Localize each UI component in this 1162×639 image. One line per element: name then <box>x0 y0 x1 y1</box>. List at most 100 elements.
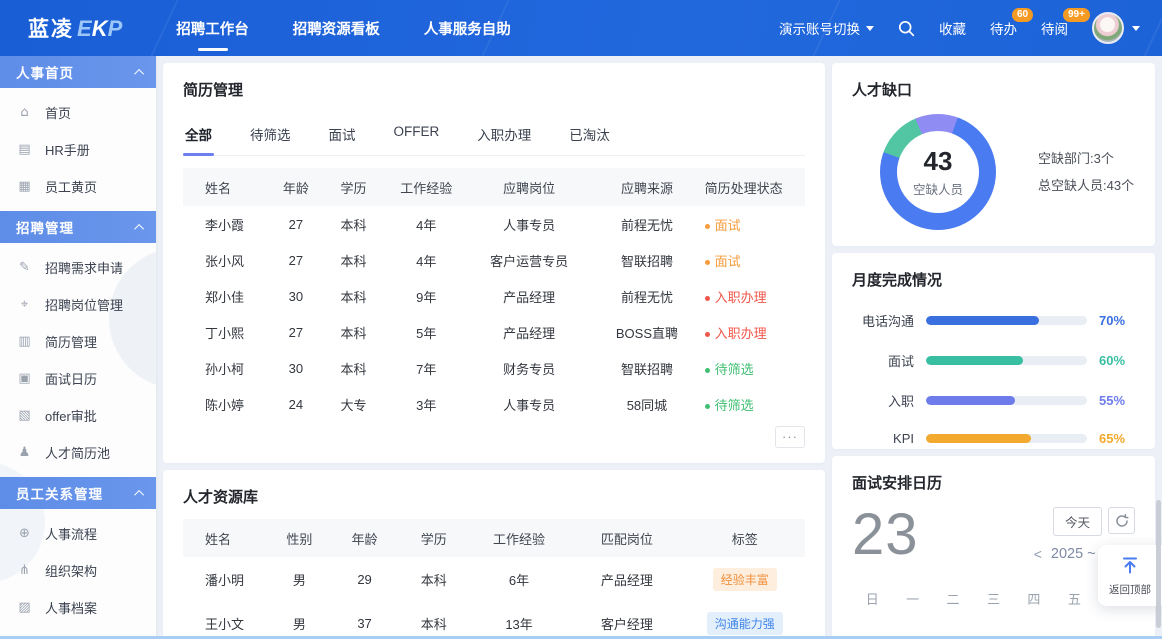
table-row[interactable]: 李小霞27本科4年人事专员前程无忧 面试 <box>183 206 805 242</box>
top-navbar: 蓝凌 EKP 招聘工作台 招聘资源看板 人事服务自助 演示账号切换 收藏 待办 … <box>0 0 1162 56</box>
book-icon: ▤ <box>17 142 32 157</box>
sidebar-group-recruiting[interactable]: 招聘管理 <box>0 211 156 243</box>
tab-rejected[interactable]: 已淘汰 <box>567 116 612 155</box>
progress-percent: 60% <box>1099 353 1135 368</box>
table-row[interactable]: 王小文男37本科13年客户经理 沟通能力强 <box>183 601 805 639</box>
progress-percent: 70% <box>1099 313 1135 328</box>
status-badge: 面试 <box>705 242 805 278</box>
back-to-top-button[interactable]: 返回顶部 <box>1098 545 1162 606</box>
sidebar-item-hr-process[interactable]: ⊕人事流程 <box>0 515 156 552</box>
gap-card-title: 人才缺口 <box>852 79 1135 100</box>
status-badge: 待筛选 <box>705 350 805 386</box>
status-dot <box>705 224 710 229</box>
resume-card-title: 简历管理 <box>183 79 805 100</box>
sidebar-item-interview-calendar[interactable]: ▣面试日历 <box>0 360 156 397</box>
progress-track <box>926 316 1087 325</box>
nav-tab-recruit-workbench[interactable]: 招聘工作台 <box>174 0 251 58</box>
calendar-icon: ▣ <box>17 371 32 386</box>
org-tree-icon: ⋔ <box>17 563 32 578</box>
talent-tag: 经验丰富 <box>713 568 777 591</box>
idcard-icon: ▦ <box>17 179 32 194</box>
gap-count: 43 <box>924 146 953 177</box>
status-dot <box>705 296 710 301</box>
resume-management-card: 简历管理 全部 待筛选 面试 OFFER 入职办理 已淘汰 姓名 年龄 学历 工… <box>163 63 825 463</box>
todo-count-badge: 60 <box>1012 8 1033 22</box>
today-button[interactable]: 今天 <box>1053 507 1102 536</box>
progress-track <box>926 356 1087 365</box>
search-icon <box>898 20 915 37</box>
table-row[interactable]: 潘小明男29本科6年产品经理 经验丰富 <box>183 557 805 601</box>
table-row[interactable]: 丁小熙27本科5年产品经理BOSS直聘 入职办理 <box>183 314 805 350</box>
navbar-right: 演示账号切换 收藏 待办 60 待阅 99+ <box>779 12 1162 44</box>
status-badge: 入职办理 <box>705 278 805 314</box>
sidebar-item-employee-directory[interactable]: ▦员工黄页 <box>0 168 156 205</box>
calendar-week-header: 日 一 二 三 四 五 六 <box>852 583 1135 614</box>
tab-interview[interactable]: 面试 <box>327 116 358 155</box>
progress-fill <box>926 434 1031 443</box>
sidebar-item-home[interactable]: ⌂首页 <box>0 94 156 131</box>
collapse-icon <box>134 489 144 499</box>
tab-onboarding[interactable]: 入职办理 <box>475 116 533 155</box>
table-row[interactable]: 孙小柯30本科7年财务专员智联招聘 待筛选 <box>183 350 805 386</box>
refresh-icon <box>1115 514 1129 528</box>
progress-track <box>926 396 1087 405</box>
table-row[interactable]: 郑小佳30本科9年产品经理前程无忧 入职办理 <box>183 278 805 314</box>
sidebar-item-resume-management[interactable]: ▥简历管理 <box>0 323 156 360</box>
sidebar-item-recruit-request[interactable]: ✎招聘需求申请 <box>0 249 156 286</box>
talent-table-header: 姓名 性别 年龄 学历 工作经验 匹配岗位 标签 <box>183 519 805 557</box>
sidebar-item-talent-pool[interactable]: ♟人才简历池 <box>0 434 156 471</box>
caret-down-icon <box>866 26 874 31</box>
tab-to-screen[interactable]: 待筛选 <box>248 116 293 155</box>
progress-row-phone: 电话沟通 70% <box>852 311 1135 330</box>
table-row[interactable]: 陈小婷24大专3年人事专员58同城 待筛选 <box>183 386 805 422</box>
refresh-button[interactable] <box>1108 507 1135 534</box>
primary-nav: 招聘工作台 招聘资源看板 人事服务自助 <box>174 0 513 58</box>
progress-row-interview: 面试 60% <box>852 351 1135 370</box>
status-badge: 入职办理 <box>705 314 805 350</box>
user-menu[interactable] <box>1092 12 1140 44</box>
status-dot <box>705 260 710 265</box>
nav-tab-hr-selfservice[interactable]: 人事服务自助 <box>422 0 513 58</box>
status-dot <box>705 332 710 337</box>
status-badge: 待筛选 <box>705 386 805 422</box>
user-avatar <box>1092 12 1124 44</box>
progress-fill <box>926 316 1039 325</box>
prev-month-button[interactable]: < <box>1034 546 1042 562</box>
unread-link[interactable]: 待阅 99+ <box>1041 18 1068 38</box>
sidebar: 人事首页 ⌂首页 ▤HR手册 ▦员工黄页 招聘管理 ✎招聘需求申请 ⌖招聘岗位管… <box>0 56 156 639</box>
progress-percent: 55% <box>1099 393 1135 408</box>
search-button[interactable] <box>898 20 915 37</box>
progress-fill <box>926 356 1023 365</box>
back-to-top-label: 返回顶部 <box>1104 582 1156 597</box>
nav-tab-recruit-board[interactable]: 招聘资源看板 <box>291 0 382 58</box>
vertical-scrollbar-thumb[interactable] <box>1156 500 1161 628</box>
position-icon: ⌖ <box>17 297 32 312</box>
resume-status-tabs: 全部 待筛选 面试 OFFER 入职办理 已淘汰 <box>183 116 805 156</box>
more-actions-button[interactable]: ··· <box>775 426 805 448</box>
gap-departments-text: 空缺部门:3个 <box>1038 145 1134 172</box>
sidebar-item-hr-handbook[interactable]: ▤HR手册 <box>0 131 156 168</box>
sidebar-item-org-structure[interactable]: ⋔组织架构 <box>0 552 156 589</box>
tab-all[interactable]: 全部 <box>183 116 214 155</box>
progress-row-kpi: KPI 65% <box>852 431 1135 446</box>
sidebar-group-employee-relations[interactable]: 员工关系管理 <box>0 477 156 509</box>
home-icon: ⌂ <box>17 105 32 120</box>
status-dot <box>705 404 710 409</box>
todo-link[interactable]: 待办 60 <box>990 18 1017 38</box>
unread-count-badge: 99+ <box>1063 8 1090 22</box>
sidebar-item-position-management[interactable]: ⌖招聘岗位管理 <box>0 286 156 323</box>
tab-offer[interactable]: OFFER <box>392 116 442 155</box>
resume-table-header: 姓名 年龄 学历 工作经验 应聘岗位 应聘来源 简历处理状态 <box>183 168 805 206</box>
account-switch-dropdown[interactable]: 演示账号切换 <box>779 18 874 38</box>
sidebar-group-hr-home[interactable]: 人事首页 <box>0 56 156 88</box>
calendar-selected-day: 23 <box>852 503 919 567</box>
status-dot <box>705 368 710 373</box>
table-row[interactable]: 张小风27本科4年客户运营专员智联招聘 面试 <box>183 242 805 278</box>
sidebar-item-offer-approval[interactable]: ▧offer审批 <box>0 397 156 434</box>
monthly-completion-card: 月度完成情况 电话沟通 70% 面试 60% 入职 55% KPI <box>832 253 1155 449</box>
sidebar-item-hr-archive[interactable]: ▨人事档案 <box>0 589 156 626</box>
favorites-link[interactable]: 收藏 <box>939 18 966 38</box>
talent-tag: 沟通能力强 <box>707 612 783 635</box>
app-logo[interactable]: 蓝凌 EKP <box>28 13 122 43</box>
request-form-icon: ✎ <box>17 260 32 275</box>
